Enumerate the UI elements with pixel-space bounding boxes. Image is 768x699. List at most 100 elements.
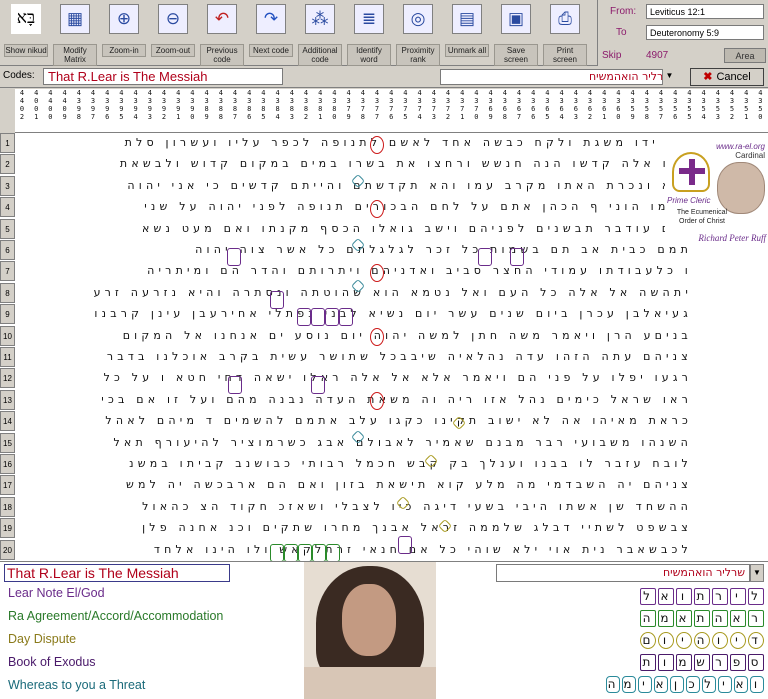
hebrew-word: ראהתאמה — [638, 610, 764, 627]
zoom-in-button[interactable]: ⊕ Zoom-in — [102, 2, 146, 64]
toolbar-button-label: Previous code — [200, 44, 244, 66]
column-number: 4 3 8 5 — [261, 89, 266, 121]
hebrew-letter: מ — [658, 610, 674, 627]
column-number: 4 4 0 2 — [19, 89, 25, 121]
row-letters[interactable]: געיאלבן עכרן ביום שנים עשר יום נשיא לבני… — [17, 304, 692, 324]
hebrew-letter: ת — [640, 654, 656, 671]
column-number: 4 3 9 5 — [119, 89, 124, 121]
hebrew-letter: ר — [712, 588, 728, 605]
row-letters[interactable]: אין ידו משגת ולקח כבשה אחד לאשם לתנופה ל… — [17, 133, 692, 153]
chevron-down-icon[interactable]: ▼ — [750, 564, 764, 582]
hebrew-letter: ר — [712, 654, 728, 671]
print-screen-button[interactable]: ⎙ Print screen — [543, 2, 587, 66]
search-range-panel: From: Leviticus 12:1 To Deuteronomy 5:9 … — [597, 0, 768, 66]
result-hebrew-select[interactable]: שרליר הואהמשיח — [496, 564, 750, 582]
matrix-row: 18 ההשחד שן אשתו היבי בשעי דיגה כיו לצבלי… — [0, 496, 768, 518]
column-number: 4 3 5 1 — [744, 89, 749, 121]
hebrew-letter: ל — [640, 588, 656, 605]
hebrew-word: דיוהיום — [638, 632, 764, 649]
matrix-row: 7ו כלעבודתו עמודי החצר סביב ואדניהם ויתר… — [0, 261, 768, 282]
hebrew-letter: מ — [622, 676, 636, 693]
cleric-badge: www.ra-el.org Cardinal Prime Cleric The … — [665, 140, 768, 245]
toolbar: בָּא Show nikud ▦ Modify Matrix ⊕ Zoom-in ⊖ Zoo… — [0, 0, 597, 66]
row-letters[interactable]: ואם עודבר תבשנים לפניהם וישב גואלו הכסף … — [17, 219, 692, 239]
row-letters[interactable]: לכבשאבר נית אוי ילא שוהי כל אם חנאי זרתל… — [17, 540, 692, 560]
photo-robe — [304, 667, 436, 699]
nikud-icon: בָּא — [11, 4, 41, 34]
matrix-row: 9 געיאלבן עכרן ביום שנים עשר יום נשיא לבנ… — [0, 304, 768, 325]
hebrew-letter: ו — [658, 632, 674, 649]
toolbar-button-label: Additional code — [298, 44, 342, 66]
area-button[interactable]: Area — [724, 48, 766, 63]
column-number: 4 3 5 5 — [687, 89, 692, 121]
row-number: 7 — [0, 261, 15, 282]
additional-code-button[interactable]: ⁂ Additional code — [298, 2, 342, 66]
hebrew-letter: ה — [712, 610, 728, 627]
letter-highlight-marker — [228, 376, 242, 394]
row-letters[interactable]: כראת מאיהו אה לא ישוב תקינו כקגו עלב אתמ… — [17, 411, 692, 431]
column-number: 4 3 8 7 — [232, 89, 238, 121]
column-number: 4 3 8 9 — [204, 89, 209, 121]
row-letters[interactable]: ראו שראל כימים נהל אזו ריה וה משאת העדה … — [17, 390, 692, 410]
column-number: 4 3 9 6 — [105, 89, 110, 121]
chevron-down-icon[interactable]: ▼ — [662, 69, 676, 85]
hebrew-letter: א — [658, 588, 674, 605]
column-number: 4 3 5 7 — [658, 89, 664, 121]
row-letters[interactable]: ו כלעבודתו עמודי החצר סביב ואדניהם ויתרו… — [17, 261, 692, 281]
hebrew-letter: י — [676, 632, 692, 649]
row-letters[interactable]: בניםע הרן ויאמר משה חתן למשה יהוה יום נו… — [17, 326, 692, 346]
hebrew-letter: ת — [694, 610, 710, 627]
toolbar-button-label: Proximity rank — [396, 44, 440, 66]
hebrew-letter: מ — [676, 654, 692, 671]
row-letters[interactable]: לובח עזבר לו בבנו וענלך בק קבש חכמל רבות… — [17, 454, 692, 474]
row-letters[interactable]: ההשחד שן אשתו היבי בשעי דיגה כיו לצבלי ו… — [17, 497, 692, 517]
save-screen-button[interactable]: ▣ Save screen — [494, 2, 538, 66]
column-number: 4 3 7 7 — [374, 89, 380, 121]
identify-word-button[interactable]: ≣ Identify word — [347, 2, 391, 66]
hebrew-word: לירתואל — [638, 588, 764, 605]
from-label: From: — [610, 6, 637, 17]
column-number: 4 3 6 4 — [559, 89, 564, 121]
column-number: 4 3 9 7 — [90, 89, 96, 121]
signature-name: Richard Peter Ruff — [698, 233, 766, 243]
letter-highlight-marker — [370, 264, 384, 282]
row-letters[interactable]: באו אלה קדשו הנה חנשש ורחצו את בשרו במים… — [17, 154, 692, 174]
letter-matrix: 1 אין ידו משגת ולקח כבשה אחד לאשם לתנופה … — [0, 133, 768, 562]
row-letters[interactable]: רגעו יפלו על פני הם ויאמר אלא אל אלה ראל… — [17, 368, 692, 388]
letter-highlight-marker — [270, 291, 284, 309]
show-nikud-button[interactable]: בָּא Show nikud — [4, 2, 48, 64]
cancel-button[interactable]: ✖ Cancel — [690, 68, 764, 86]
to-field[interactable]: Deuteronomy 5:9 — [646, 25, 764, 40]
column-number: 4 3 6 6 — [531, 89, 536, 121]
matrix-icon: ▦ — [60, 4, 90, 34]
row-number: 3 — [0, 175, 15, 196]
letter-highlight-marker — [284, 544, 298, 562]
row-letters[interactable]: שלמו הוני ף הכהן אתם על לחם הבכורים תנופ… — [17, 197, 692, 217]
toolbar-button-label: Identify word — [347, 44, 391, 66]
unmark-all-button[interactable]: ▤ Unmark all — [445, 2, 489, 64]
column-number: 4 3 8 0 — [332, 89, 337, 121]
zoom-out-button[interactable]: ⊖ Zoom-out — [151, 2, 195, 64]
column-number: 4 3 5 8 — [644, 89, 649, 121]
previous-code-button[interactable]: ↶ Previous code — [200, 2, 244, 66]
matrix-row: 8 יתהשה אל אלה כל העם ואל נטמא הוא שהוטתה… — [0, 282, 768, 304]
toolbar-button-label: Print screen — [543, 44, 587, 66]
hebrew-letter: י — [730, 632, 746, 649]
next-code-button[interactable]: ↷ Next code — [249, 2, 293, 64]
column-number: 4 3 7 1 — [460, 89, 465, 121]
matrix-row: 12 רגעו יפלו על פני הם ויאמר אלא אל אלה ר… — [0, 368, 768, 389]
row-letters[interactable]: צניהם עתה הזהו עדה נהלאיה שיבבכל שתושר ע… — [17, 347, 692, 367]
code-title-field[interactable]: That R.Lear is The Messiah — [43, 68, 283, 85]
toolbar-button-label: Zoom-out — [151, 44, 195, 57]
letter-highlight-marker — [298, 544, 312, 562]
hebrew-code-select[interactable]: שרליר הואהמשיח — [440, 69, 676, 85]
cross-shield-icon — [672, 152, 710, 192]
row-letters[interactable]: צבשפט לשתיי דבלג שלממה זראל אבנך מחרו שת… — [17, 518, 692, 538]
column-number: 4 3 7 8 — [360, 89, 365, 121]
proximity-rank-button[interactable]: ◎ Proximity rank — [396, 2, 440, 66]
row-number: 10 — [0, 325, 15, 346]
row-letters[interactable]: צניהם יה השבדמי מה מלע קוא תישאת בזון וא… — [17, 475, 692, 495]
modify-matrix-button[interactable]: ▦ Modify Matrix — [53, 2, 97, 66]
from-field[interactable]: Leviticus 12:1 — [646, 4, 764, 19]
hebrew-letter: י — [718, 676, 732, 693]
